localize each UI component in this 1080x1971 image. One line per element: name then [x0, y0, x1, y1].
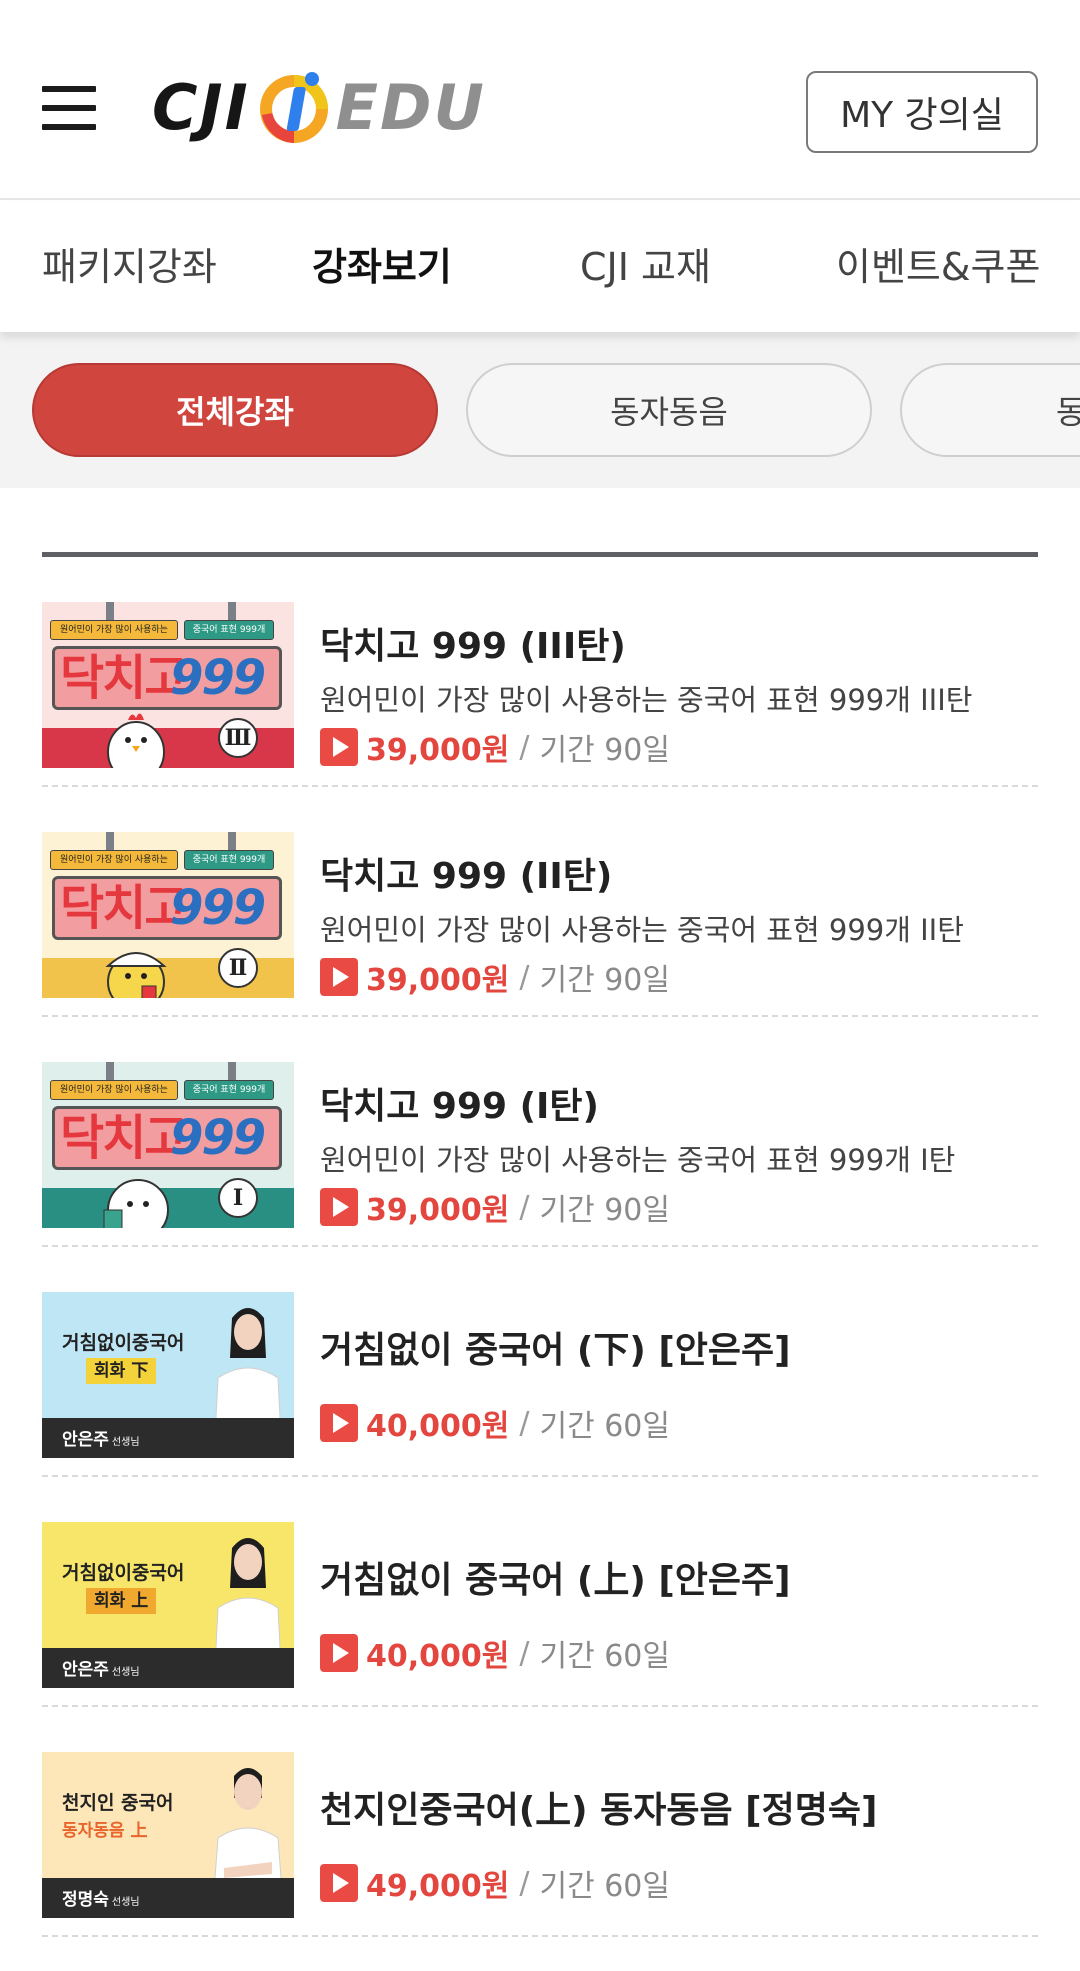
chip-partial[interactable]: 동	[900, 363, 1080, 457]
chip-homographs[interactable]: 동자동음	[466, 363, 872, 457]
course-title[interactable]: 천지인중국어(上) 동자동음 [정명숙]	[320, 1781, 877, 1833]
thumb-tag-right: 중국어 표현 999개	[184, 620, 274, 640]
thumb-tag-left: 원어민이 가장 많이 사용하는	[50, 1080, 178, 1100]
tab-events-coupons[interactable]: 이벤트&쿠폰	[836, 202, 1040, 332]
logo-text-left: CJI	[152, 70, 250, 144]
course-period: 기간 90일	[539, 733, 670, 768]
price-row: 39,000원 / 기간 90일	[320, 727, 670, 768]
course-item[interactable]: 원어민이 가장 많이 사용하는 중국어 표현 999개 닥치고 999 Ⅰ 닥치…	[42, 1017, 1038, 1247]
thumb-series-title: 거침없이중국어	[62, 1562, 185, 1584]
price-row: 49,000원 / 기간 60일	[320, 1863, 670, 1904]
course-subtitle: 원어민이 가장 많이 사용하는 중국어 표현 999개 III탄	[320, 683, 973, 717]
egg-mascot-icon	[103, 1179, 169, 1228]
tab-textbooks[interactable]: CJI 교재	[580, 202, 711, 332]
thumb-tag-left: 원어민이 가장 많이 사용하는	[50, 850, 178, 870]
chick-mascot-icon	[105, 952, 167, 998]
logo-mark-icon	[259, 72, 328, 143]
course-period: 기간 60일	[539, 1409, 670, 1444]
tab-packages[interactable]: 패키지강좌	[42, 202, 217, 332]
course-thumbnail[interactable]: 원어민이 가장 많이 사용하는 중국어 표현 999개 닥치고 999 Ⅰ	[42, 1062, 294, 1228]
thumb-word: 닥치고	[60, 1110, 188, 1166]
thumb-level-badge: 회화 上	[86, 1588, 157, 1614]
course-item[interactable]: 거침없이중국어 회화 下 안은주 선생님 거침없이 중국어 (下) [안은주] 4…	[42, 1247, 1038, 1477]
play-icon	[320, 728, 358, 766]
thumb-series-title: 천지인 중국어	[62, 1792, 174, 1814]
price-separator: /	[519, 959, 530, 995]
price-separator: /	[519, 1865, 530, 1901]
chicken-mascot-icon	[107, 713, 165, 768]
thumb-teacher-name: 안은주 선생님	[62, 1430, 140, 1450]
thumb-tag-right: 중국어 표현 999개	[184, 1080, 274, 1100]
thumb-teacher-name: 안은주 선생님	[62, 1660, 140, 1680]
price-row: 39,000원 / 기간 90일	[320, 1187, 670, 1228]
price-row: 40,000원 / 기간 60일	[320, 1403, 670, 1444]
course-price: 39,000원	[366, 1193, 510, 1228]
course-item[interactable]: 원어민이 가장 많이 사용하는 중국어 표현 999개 닥치고 999 Ⅱ 닥치…	[42, 787, 1038, 1017]
course-thumbnail[interactable]: 원어민이 가장 많이 사용하는 중국어 표현 999개 닥치고 999 Ⅱ	[42, 832, 294, 998]
thumb-level-badge: 회화 下	[86, 1358, 157, 1384]
course-item[interactable]: 원어민이 가장 많이 사용하는 중국어 표현 999개 닥치고 999 Ⅲ 닥치…	[42, 557, 1038, 787]
price-separator: /	[519, 1189, 530, 1225]
play-icon	[320, 1404, 358, 1442]
chip-all-courses[interactable]: 전체강좌	[32, 363, 438, 457]
play-icon	[320, 1188, 358, 1226]
tab-courses[interactable]: 강좌보기	[312, 202, 452, 332]
course-subtitle: 원어민이 가장 많이 사용하는 중국어 표현 999개 II탄	[320, 913, 964, 947]
app-header: CJI EDU MY 강의실	[0, 0, 1080, 200]
thumb-word: 닥치고	[60, 880, 188, 936]
course-price: 39,000원	[366, 963, 510, 998]
course-thumbnail[interactable]: 천지인 중국어 동자동음 上 정명숙 선생님	[42, 1752, 294, 1918]
course-period: 기간 90일	[539, 963, 670, 998]
course-period: 기간 90일	[539, 1193, 670, 1228]
thumb-series-title: 거침없이중국어	[62, 1332, 185, 1354]
thumb-number: 999	[170, 650, 266, 706]
thumb-teacher-name: 정명숙 선생님	[62, 1890, 140, 1910]
price-row: 40,000원 / 기간 60일	[320, 1633, 670, 1674]
course-period: 기간 60일	[539, 1639, 670, 1674]
thumb-volume-badge: Ⅰ	[218, 1178, 258, 1218]
course-title[interactable]: 닥치고 999 (III탄)	[320, 617, 626, 669]
price-separator: /	[519, 729, 530, 765]
my-classroom-button[interactable]: MY 강의실	[806, 71, 1038, 153]
thumb-number: 999	[170, 880, 266, 936]
category-chips: 전체강좌 동자동음 동	[0, 332, 1080, 488]
course-period: 기간 60일	[539, 1869, 670, 1904]
course-title[interactable]: 닥치고 999 (I탄)	[320, 1077, 599, 1129]
course-thumbnail[interactable]: 거침없이중국어 회화 下 안은주 선생님	[42, 1292, 294, 1458]
course-title[interactable]: 거침없이 중국어 (上) [안은주]	[320, 1551, 791, 1603]
price-separator: /	[519, 1635, 530, 1671]
course-subtitle: 원어민이 가장 많이 사용하는 중국어 표현 999개 I탄	[320, 1143, 956, 1177]
price-separator: /	[519, 1405, 530, 1441]
course-thumbnail[interactable]: 원어민이 가장 많이 사용하는 중국어 표현 999개 닥치고 999 Ⅲ	[42, 602, 294, 768]
cji-edu-logo[interactable]: CJI EDU	[152, 62, 486, 152]
thumb-number: 999	[170, 1110, 266, 1166]
play-icon	[320, 958, 358, 996]
course-price: 49,000원	[366, 1869, 510, 1904]
course-thumbnail[interactable]: 거침없이중국어 회화 上 안은주 선생님	[42, 1522, 294, 1688]
course-price: 40,000원	[366, 1639, 510, 1674]
play-icon	[320, 1864, 358, 1902]
thumb-level-badge: 동자동음 上	[62, 1821, 148, 1841]
course-item[interactable]: 천지인 중국어 동자동음 上 정명숙 선생님 천지인중국어(上) 동자동음 [정명…	[42, 1707, 1038, 1937]
play-icon	[320, 1634, 358, 1672]
thumb-volume-badge: Ⅲ	[218, 718, 258, 758]
thumb-tag-left: 원어민이 가장 많이 사용하는	[50, 620, 178, 640]
course-price: 39,000원	[366, 733, 510, 768]
course-title[interactable]: 닥치고 999 (II탄)	[320, 847, 612, 899]
course-item[interactable]: 거침없이중국어 회화 上 안은주 선생님 거침없이 중국어 (上) [안은주] 4…	[42, 1477, 1038, 1707]
course-price: 40,000원	[366, 1409, 510, 1444]
thumb-tag-right: 중국어 표현 999개	[184, 850, 274, 870]
hamburger-menu-icon[interactable]	[42, 86, 96, 130]
thumb-volume-badge: Ⅱ	[218, 948, 258, 988]
price-row: 39,000원 / 기간 90일	[320, 957, 670, 998]
thumb-word: 닥치고	[60, 650, 188, 706]
logo-text-right: EDU	[335, 70, 486, 144]
course-title[interactable]: 거침없이 중국어 (下) [안은주]	[320, 1321, 791, 1373]
main-nav-tabs: 패키지강좌 강좌보기 CJI 교재 이벤트&쿠폰	[0, 202, 1080, 332]
